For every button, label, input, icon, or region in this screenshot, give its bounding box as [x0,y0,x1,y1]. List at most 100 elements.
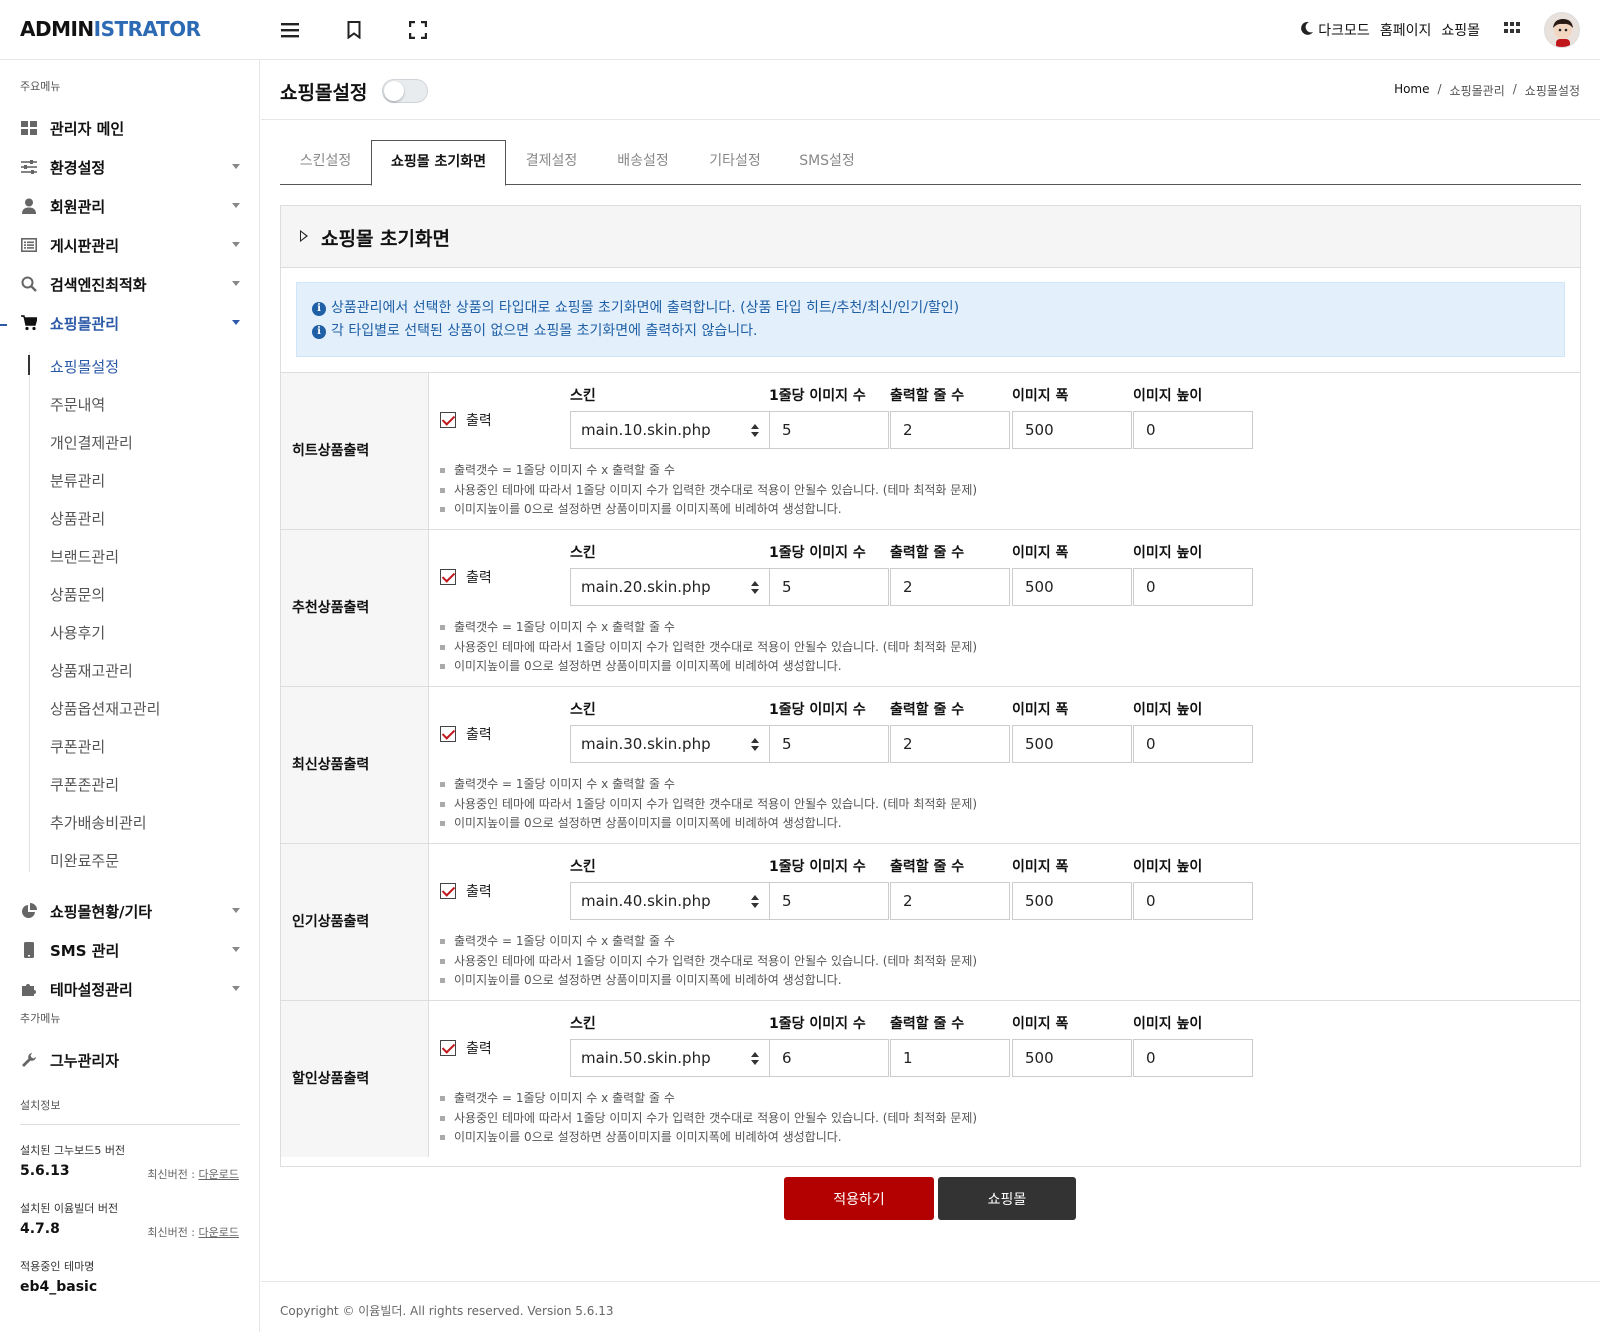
help-notes: 출력갯수 = 1줄당 이미지 수 x 출력할 줄 수 사용중인 테마에 따라서 … [440,618,977,677]
menu-settings[interactable]: 환경설정 [20,152,240,182]
shop-button[interactable]: 쇼핑몰 [938,1177,1076,1220]
skin-select[interactable]: main.50.skin.php [570,1039,770,1077]
rows-input[interactable]: 2 [890,882,1010,920]
chevron-down-icon [232,242,240,247]
submenu-coupons[interactable]: 쿠폰관리 [50,736,105,757]
hamburger-menu-icon[interactable] [278,18,302,42]
per-row-input[interactable]: 5 [769,411,889,449]
per-row-input[interactable]: 5 [769,882,889,920]
main-menu-heading: 주요메뉴 [20,80,61,93]
submenu-incomplete-orders[interactable]: 미완료주문 [50,850,119,871]
menu-shop-management[interactable]: 쇼핑몰관리 [20,308,240,338]
gnuboard-version: 5.6.13 [20,1163,70,1179]
rows-header: 출력할 줄 수 [890,859,965,875]
tab-payment-settings[interactable]: 결제설정 [506,140,597,185]
breadcrumb-home[interactable]: Home [1394,82,1429,99]
per-row-input[interactable]: 5 [769,568,889,606]
output-checkbox[interactable]: 출력 [440,1038,492,1058]
submenu-categories[interactable]: 분류관리 [50,470,105,491]
alert-line: 각 타입별로 선택된 상품이 없으면 쇼핑몰 초기화면에 출력하지 않습니다. [331,323,758,339]
per-row-input[interactable]: 5 [769,725,889,763]
rows-input[interactable]: 1 [890,1039,1010,1077]
setting-row-recommended: 추천상품출력 출력 스킨 1줄당 이미지 수 출력할 줄 수 이미지 폭 이미지… [281,530,1580,687]
logo[interactable]: ADMINISTRATOR [20,17,201,41]
output-checkbox[interactable]: 출력 [440,724,492,744]
tab-shipping-settings[interactable]: 배송설정 [597,140,689,185]
sliders-icon [20,158,38,176]
darkmode-link[interactable]: 다크모드 [1318,20,1370,40]
eyoom-version-label: 설치된 이윰빌더 버전 [20,1202,119,1215]
skin-select[interactable]: main.10.skin.php [570,411,770,449]
chevron-down-icon [232,320,240,325]
apply-button[interactable]: 적용하기 [784,1177,934,1220]
menu-admin-main[interactable]: 관리자 메인 [20,113,240,143]
height-input[interactable]: 0 [1133,411,1253,449]
width-input[interactable]: 500 [1012,725,1132,763]
avatar[interactable] [1544,12,1580,48]
width-input[interactable]: 500 [1012,568,1132,606]
output-checkbox[interactable]: 출력 [440,567,492,587]
per-row-input[interactable]: 6 [769,1039,889,1077]
menu-boards[interactable]: 게시판관리 [20,230,240,260]
submenu-active-indicator [28,355,30,375]
settings-tabs: 스킨설정 쇼핑몰 초기화면 결제설정 배송설정 기타설정 SMS설정 [280,140,1581,186]
height-input[interactable]: 0 [1133,725,1253,763]
sidebar-toggle-switch[interactable] [382,79,428,103]
skin-select[interactable]: main.40.skin.php [570,882,770,920]
submenu-orders[interactable]: 주문내역 [50,394,105,415]
submenu-personal-payment[interactable]: 개인결제관리 [50,432,133,453]
help-notes: 출력갯수 = 1줄당 이미지 수 x 출력할 줄 수 사용중인 테마에 따라서 … [440,932,977,991]
submenu-products[interactable]: 상품관리 [50,508,105,529]
skin-header: 스킨 [570,1016,596,1032]
gnuboard-download-link[interactable]: 다운로드 [199,1168,239,1181]
moon-icon[interactable] [1300,21,1314,39]
bookmark-icon[interactable] [342,18,366,42]
height-input[interactable]: 0 [1133,882,1253,920]
homepage-link[interactable]: 홈페이지 [1380,20,1432,40]
breadcrumb-shop-management[interactable]: 쇼핑몰관리 [1450,82,1505,99]
select-arrows-icon [751,424,759,438]
skin-select[interactable]: main.30.skin.php [570,725,770,763]
apps-grid-icon[interactable] [1504,22,1520,38]
output-checkbox[interactable]: 출력 [440,410,492,430]
tab-sms-settings[interactable]: SMS설정 [781,140,873,185]
checkbox-checked-icon [440,726,456,742]
rows-input[interactable]: 2 [890,411,1010,449]
width-input[interactable]: 500 [1012,882,1132,920]
menu-sms[interactable]: SMS 관리 [20,935,240,965]
chevron-down-icon [232,164,240,169]
rows-input[interactable]: 2 [890,725,1010,763]
shop-link[interactable]: 쇼핑몰 [1441,20,1480,40]
submenu-brands[interactable]: 브랜드관리 [50,546,119,567]
dashboard-icon [20,119,38,137]
menu-gnu-admin[interactable]: 그누관리자 [20,1045,240,1075]
submenu-coupon-zone[interactable]: 쿠폰존관리 [50,774,119,795]
submenu-product-qna[interactable]: 상품문의 [50,584,105,605]
submenu-extra-shipping[interactable]: 추가배송비관리 [50,812,147,833]
fullscreen-icon[interactable] [406,18,430,42]
tab-other-settings[interactable]: 기타설정 [689,140,781,185]
width-input[interactable]: 500 [1012,411,1132,449]
menu-members[interactable]: 회원관리 [20,191,240,221]
height-input[interactable]: 0 [1133,1039,1253,1077]
setting-row-popular: 인기상품출력 출력 스킨 1줄당 이미지 수 출력할 줄 수 이미지 폭 이미지… [281,844,1580,1001]
menu-theme-settings[interactable]: 테마설정관리 [20,974,240,1004]
skin-select[interactable]: main.20.skin.php [570,568,770,606]
width-input[interactable]: 500 [1012,1039,1132,1077]
height-input[interactable]: 0 [1133,568,1253,606]
submenu-option-stock[interactable]: 상품옵션재고관리 [50,698,160,719]
puzzle-icon [20,980,38,998]
rows-input[interactable]: 2 [890,568,1010,606]
chevron-down-icon [232,947,240,952]
output-checkbox[interactable]: 출력 [440,881,492,901]
height-header: 이미지 높이 [1133,388,1203,404]
submenu-stock[interactable]: 상품재고관리 [50,660,133,681]
submenu-shop-settings[interactable]: 쇼핑몰설정 [50,356,119,377]
checkbox-checked-icon [440,883,456,899]
menu-seo[interactable]: 검색엔진최적화 [20,269,240,299]
menu-shop-status[interactable]: 쇼핑몰현황/기타 [20,896,240,926]
tab-shop-main-screen[interactable]: 쇼핑몰 초기화면 [371,140,506,186]
tab-skin-settings[interactable]: 스킨설정 [280,140,371,185]
submenu-reviews[interactable]: 사용후기 [50,622,105,643]
eyoom-download-link[interactable]: 다운로드 [199,1226,239,1239]
